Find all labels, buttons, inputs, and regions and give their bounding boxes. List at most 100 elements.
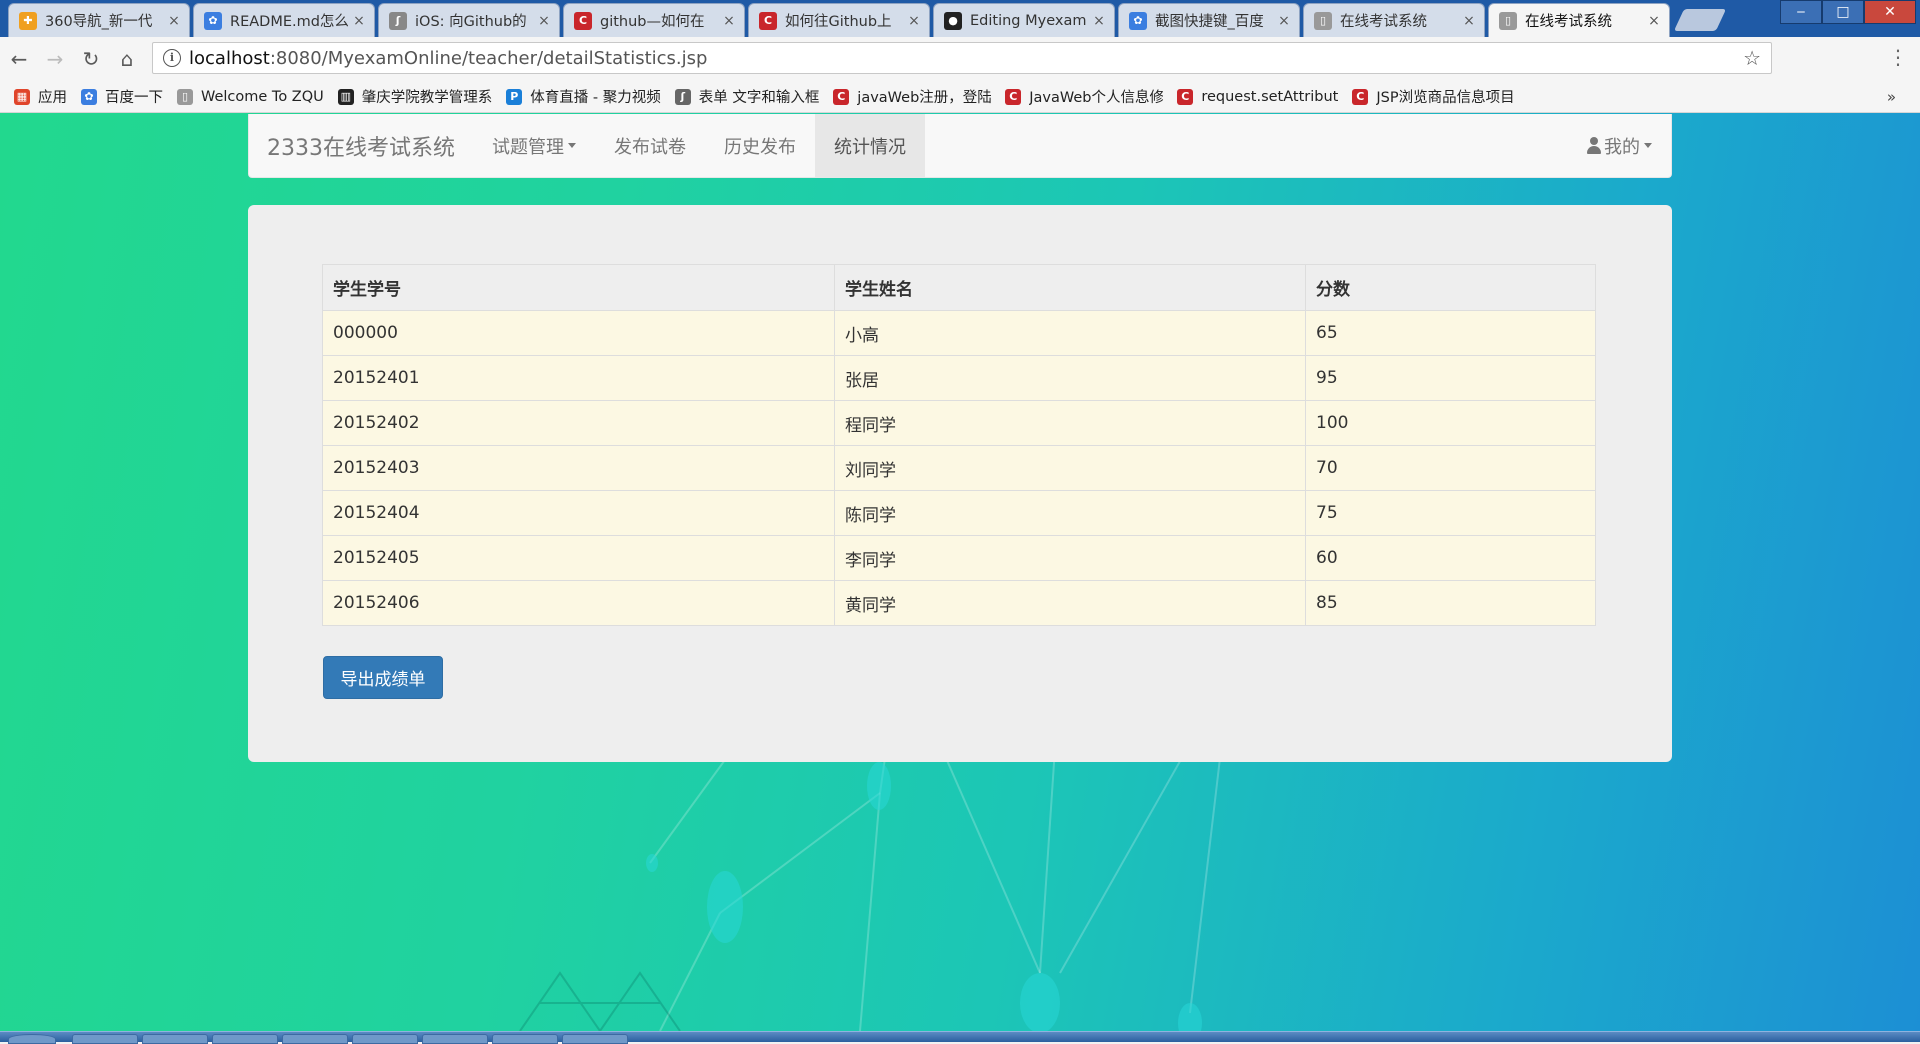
browser-tab[interactable]: ✿ README.md怎么 ×: [193, 3, 375, 37]
url-bar[interactable]: i localhost:8080/MyexamOnline/teacher/de…: [152, 42, 1772, 74]
browser-tab-title: 在线考试系统: [1525, 14, 1612, 30]
baidu-paw-icon: ✿: [81, 88, 97, 105]
browser-tab-title: github—如何在: [600, 14, 705, 30]
browser-tab[interactable]: Cgithub—如何在 ×: [563, 3, 745, 37]
close-icon[interactable]: ×: [1647, 13, 1661, 29]
close-icon[interactable]: ×: [722, 13, 736, 29]
bookmark-star-icon[interactable]: ☆: [1743, 46, 1761, 70]
taskbar-app[interactable]: [562, 1034, 628, 1044]
close-window-icon[interactable]: ✕: [1864, 0, 1916, 24]
close-icon[interactable]: ×: [1092, 13, 1106, 29]
close-icon[interactable]: ×: [352, 13, 366, 29]
maximize-icon[interactable]: □: [1822, 0, 1864, 24]
window-controls: ‒ □ ✕: [1780, 0, 1916, 24]
bookmark-item[interactable]: ʃ 表单 文字和输入框: [674, 86, 820, 107]
apps-grid-icon: ▦: [14, 88, 30, 105]
bookmark-label: 应用: [38, 90, 67, 106]
nav-statistics[interactable]: 统计情况: [815, 114, 925, 177]
table-row: 20152404 陈同学 75: [322, 490, 1596, 536]
cell-score: 95: [1305, 355, 1596, 401]
cell-score: 60: [1305, 535, 1596, 581]
forward-icon[interactable]: →: [38, 42, 72, 76]
cell-score: 65: [1305, 310, 1596, 356]
baidu-paw-icon: ✿: [1129, 11, 1147, 30]
browser-tab[interactable]: ● Editing Myexam ×: [933, 3, 1115, 37]
bookmark-label: Welcome To ZQU: [201, 88, 324, 105]
cell-student-id: 20152405: [322, 535, 835, 581]
bookmark-item[interactable]: ▯ Welcome To ZQU: [177, 88, 324, 105]
github-icon: ●: [944, 11, 962, 30]
user-menu-label: 我的: [1604, 136, 1640, 158]
bookmark-label: 表单 文字和输入框: [698, 90, 820, 106]
table-row: 20152405 李同学 60: [322, 535, 1596, 581]
bookmark-item[interactable]: CjavaWeb注册，登陆: [833, 86, 991, 107]
export-scores-button[interactable]: 导出成绩单: [323, 656, 443, 699]
cell-student-name: 小高: [834, 310, 1306, 356]
close-icon[interactable]: ×: [1277, 13, 1291, 29]
taskbar-app[interactable]: [282, 1034, 348, 1044]
url-path: :8080/MyexamOnline/teacher/detailStatist…: [269, 47, 708, 69]
bookmark-item[interactable]: ▦ 应用: [14, 86, 67, 107]
brand-title[interactable]: 2333在线考试系统: [249, 114, 473, 177]
browser-tab[interactable]: ▯ 在线考试系统 ×: [1488, 3, 1670, 37]
baidu-paw-icon: ✿: [204, 11, 222, 30]
cell-score: 100: [1305, 400, 1596, 446]
cell-student-id: 20152406: [322, 580, 835, 626]
pptv-icon: P: [506, 88, 523, 105]
taskbar-app[interactable]: [422, 1034, 488, 1044]
browser-tab[interactable]: ▯ 在线考试系统 ×: [1303, 3, 1485, 37]
statistics-panel: 学生学号 学生姓名 分数 000000 小高 65 20152401 张居 95 20152…: [248, 205, 1672, 762]
browser-tab[interactable]: ✿ 截图快捷键_百度 ×: [1118, 3, 1300, 37]
nav-publish-exam[interactable]: 发布试卷: [595, 114, 705, 177]
back-icon[interactable]: ←: [2, 42, 36, 76]
close-icon[interactable]: ×: [167, 13, 181, 29]
minimize-icon[interactable]: ‒: [1780, 0, 1822, 24]
taskbar-app[interactable]: [142, 1034, 208, 1044]
bookmark-item[interactable]: ✿ 百度一下: [81, 86, 163, 107]
cell-score: 75: [1305, 490, 1596, 536]
info-icon[interactable]: i: [163, 49, 181, 67]
new-tab-button[interactable]: [1673, 9, 1727, 31]
bookmark-item[interactable]: P 体育直播 - 聚力视频: [506, 86, 661, 107]
bookmark-item[interactable]: Crequest.setAttribut: [1177, 88, 1338, 105]
building-icon: ▥: [337, 88, 354, 105]
bookmark-item[interactable]: C JSP浏览商品信息项目: [1352, 86, 1515, 107]
bookmarks-bar: ▦ 应用 ✿ 百度一下 ▯ Welcome To ZQU ▥ 肇庆学院教学管理系 P 体育直播 -…: [0, 81, 1920, 113]
user-icon: [1586, 136, 1602, 155]
more-bookmarks-icon[interactable]: »: [1887, 88, 1896, 106]
cell-score: 70: [1305, 445, 1596, 491]
app-navbar: 2333在线考试系统 试题管理 发布试卷 历史发布 统计情况 我的: [248, 114, 1672, 178]
home-icon[interactable]: ⌂: [110, 42, 144, 76]
bookmark-item[interactable]: ▥ 肇庆学院教学管理系: [337, 86, 492, 107]
user-menu[interactable]: 我的: [1567, 114, 1671, 177]
browser-tab[interactable]: ✚ 360导航_新一代 ×: [8, 3, 190, 37]
reload-icon[interactable]: ↻: [74, 42, 108, 76]
taskbar-app[interactable]: [72, 1034, 138, 1044]
page-icon: ▯: [1499, 11, 1517, 30]
taskbar-app[interactable]: [352, 1034, 418, 1044]
browser-tab-title: Editing Myexam: [970, 12, 1087, 29]
nav-publish-exam-label: 发布试卷: [614, 136, 686, 158]
csdn-icon: C: [833, 88, 850, 105]
nav-publish-history[interactable]: 历史发布: [705, 114, 815, 177]
bookmark-item[interactable]: C JavaWeb个人信息修: [1005, 86, 1163, 107]
close-icon[interactable]: ×: [907, 13, 921, 29]
browser-tab[interactable]: C 如何往Github上 ×: [748, 3, 930, 37]
nav-question-management[interactable]: 试题管理: [473, 114, 595, 177]
close-icon[interactable]: ×: [537, 13, 551, 29]
csdn-icon: C: [1005, 88, 1022, 105]
csdn-icon: C: [1177, 88, 1194, 105]
page-icon: ▯: [177, 88, 193, 105]
start-button[interactable]: [8, 1034, 56, 1044]
cell-score: 85: [1305, 580, 1596, 626]
browser-tab[interactable]: ʃ iOS: 向Github的 ×: [378, 3, 560, 37]
page-viewport: 2333在线考试系统 试题管理 发布试卷 历史发布 统计情况 我的 学生学号 学…: [0, 113, 1920, 1031]
taskbar-app[interactable]: [212, 1034, 278, 1044]
table-header-row: 学生学号 学生姓名 分数: [322, 264, 1596, 311]
browser-menu-icon[interactable]: ⋮: [1888, 45, 1908, 69]
cell-student-id: 20152402: [322, 400, 835, 446]
taskbar-app[interactable]: [492, 1034, 558, 1044]
bookmark-label: JavaWeb个人信息修: [1029, 90, 1164, 106]
360-icon: ✚: [19, 11, 37, 30]
close-icon[interactable]: ×: [1462, 13, 1476, 29]
